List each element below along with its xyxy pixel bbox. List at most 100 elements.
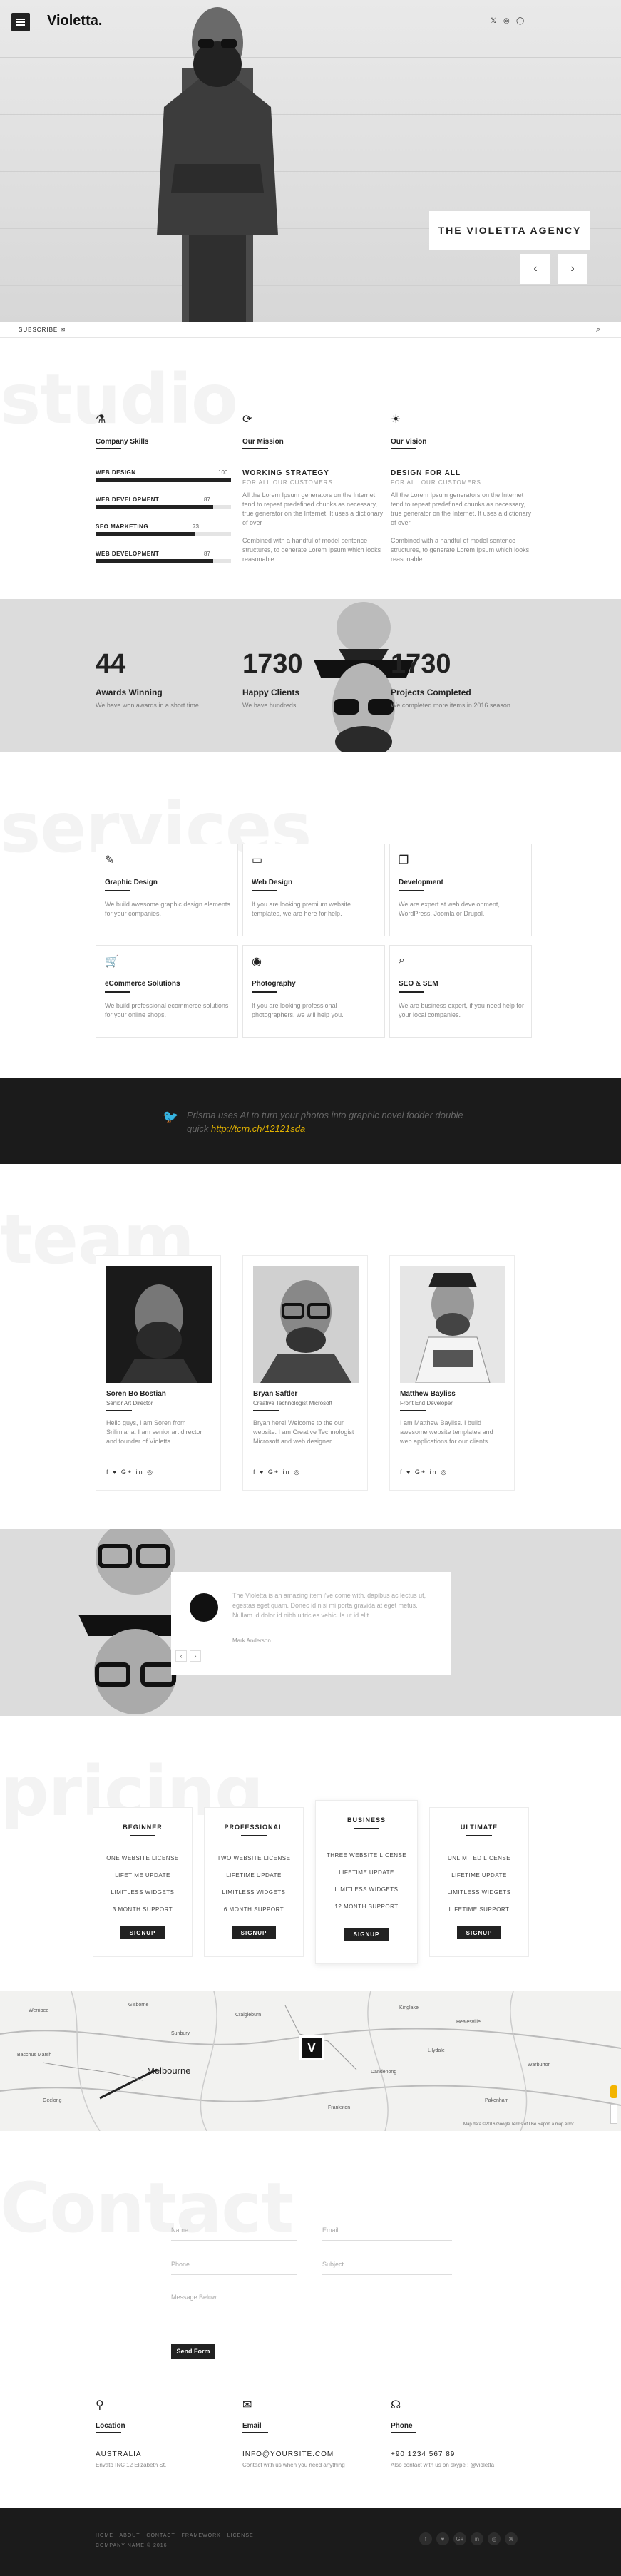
plan-title: BEGINNER [123, 1824, 163, 1831]
member-name: Matthew Bayliss [400, 1390, 456, 1398]
plan-feature: 12 MONTH SUPPORT [334, 1903, 399, 1910]
send-form-button[interactable]: Send Form [171, 2344, 215, 2359]
site-logo[interactable]: Violetta. [47, 13, 102, 29]
phone-field[interactable]: Phone [171, 2256, 297, 2275]
plan-feature: 6 MONTH SUPPORT [223, 1906, 284, 1913]
slider-next-button[interactable]: › [558, 254, 587, 284]
agency-title: THE VIOLETTA AGENCY [429, 211, 590, 250]
google-plus-icon[interactable]: G+ [453, 2532, 466, 2545]
signup-button[interactable]: SIGNUP [457, 1926, 501, 1939]
contact-value[interactable]: INFO@YOURSITE.COM [242, 2450, 334, 2458]
vision-subtitle: DESIGN FOR ALL [391, 469, 461, 477]
footer-link-about[interactable]: ABOUT [119, 2533, 140, 2538]
search-icon: ⌕ [399, 954, 405, 966]
map-city-label: Melbourne [147, 2065, 191, 2076]
plan-feature: LIFETIME SUPPORT [448, 1906, 510, 1913]
subject-placeholder: Subject [322, 2261, 344, 2268]
testimonial-text: The Violetta is an amazing item i've com… [232, 1592, 426, 1619]
mission-title: Our Mission [242, 438, 284, 446]
skill-bar-fill [96, 505, 214, 509]
map-place-label: Pakenham [485, 2098, 509, 2103]
twitter-icon[interactable]: 𝕏 [491, 17, 496, 25]
phone-placeholder: Phone [171, 2261, 190, 2268]
service-card[interactable]: ◉ Photography If you are looking professio… [242, 945, 385, 1038]
stat-label: Awards Winning [96, 688, 163, 697]
message-field[interactable]: Message Below [171, 2289, 452, 2329]
signup-button[interactable]: SIGNUP [232, 1926, 276, 1939]
skill-label: WEB DEVELOPMENT [96, 496, 160, 503]
linkedin-icon[interactable]: in [471, 2532, 483, 2545]
github-icon[interactable]: ◯ [516, 17, 524, 25]
zoom-controls[interactable] [610, 2104, 617, 2124]
skill-value: 87 [204, 496, 210, 503]
plan-feature: TWO WEBSITE LICENSE [217, 1855, 291, 1861]
skill-bar-fill [96, 532, 195, 536]
plan-feature: LIMITLESS WIDGETS [111, 1889, 175, 1896]
map-place-label: Frankston [328, 2105, 351, 2110]
tweet-link[interactable]: http://tcrn.ch/12121sda [211, 1123, 305, 1134]
footer-link-contact[interactable]: CONTACT [146, 2533, 175, 2538]
plan-feature: LIFETIME UPDATE [226, 1872, 282, 1879]
pricing-section: pricing BEGINNER ONE WEBSITE LICENSE LIFE… [0, 1716, 621, 1991]
member-social-icons[interactable]: f ♥ G+ in ◎ [253, 1468, 301, 1476]
member-social-icons[interactable]: f ♥ G+ in ◎ [106, 1468, 154, 1476]
testimonial-author: Mark Anderson [232, 1637, 271, 1644]
refresh-icon: ⟳ [242, 414, 252, 426]
map-place-label: Gisborne [128, 2003, 149, 2008]
contact-sub: Envato INC 12 Elizabeth St. [96, 2462, 167, 2468]
pegman-icon[interactable] [610, 2085, 617, 2098]
footer-link-license[interactable]: LICENSE [227, 2533, 254, 2538]
map-section[interactable]: Melbourne Werribee Gisborne Bacchus Mars… [0, 1991, 621, 2131]
copy-icon: ❐ [399, 854, 409, 867]
dribbble-icon[interactable]: ⌘ [505, 2532, 518, 2545]
service-text: We build professional ecommerce solution… [105, 1002, 229, 1018]
menu-button[interactable] [11, 13, 30, 31]
search-icon[interactable]: ⌕ [596, 325, 600, 334]
contact-section: Contact Name Email Phone Subject Message… [0, 2131, 621, 2508]
mission-text: All the Lorem Ipsum generators on the In… [242, 491, 384, 526]
tweet-section: 🐦 Prisma uses AI to turn your photos int… [0, 1078, 621, 1164]
stat-number: 1730 [242, 649, 303, 679]
footer-link-framework[interactable]: FRAMEWORK [182, 2533, 221, 2538]
mission-subtitle2: FOR ALL OUR CUSTOMERS [242, 479, 333, 486]
subject-field[interactable]: Subject [322, 2256, 452, 2275]
service-card[interactable]: ❐ Development We are expert at web develop… [389, 844, 532, 936]
skill-value: 100 [218, 469, 228, 476]
signup-button[interactable]: SIGNUP [120, 1926, 165, 1939]
member-bio: Hello guys, I am Soren from Srilimiana. … [106, 1419, 202, 1445]
subscribe-link[interactable]: SUBSCRIBE ✉ [19, 327, 66, 333]
map-marker[interactable]: V [299, 2035, 324, 2060]
service-title: Web Design [252, 879, 293, 886]
service-card[interactable]: ⌕ SEO & SEM We are business expert, if you… [389, 945, 532, 1038]
service-title: Development [399, 879, 443, 886]
twitter-icon[interactable]: ♥ [436, 2532, 449, 2545]
plan-feature: THREE WEBSITE LICENSE [326, 1852, 407, 1859]
stat-text: We have hundreds [242, 702, 297, 709]
instagram-icon[interactable]: ◎ [503, 17, 510, 25]
signup-button[interactable]: SIGNUP [344, 1928, 389, 1941]
member-social-icons[interactable]: f ♥ G+ in ◎ [400, 1468, 448, 1476]
team-card[interactable]: Matthew Bayliss Front End Developer I am … [389, 1255, 515, 1491]
skill-bar-fill [96, 559, 214, 563]
member-name: Bryan Saftler [253, 1390, 298, 1398]
plan-feature: ONE WEBSITE LICENSE [106, 1855, 179, 1861]
slider-prev-button[interactable]: ‹ [520, 254, 550, 284]
studio-watermark: studio [0, 359, 238, 439]
footer-link-home[interactable]: HOME [96, 2533, 113, 2538]
footer: HOME ABOUT CONTACT FRAMEWORK LICENSE COM… [0, 2508, 621, 2576]
facebook-icon[interactable]: f [419, 2532, 432, 2545]
email-field[interactable]: Email [322, 2222, 452, 2241]
team-card[interactable]: Bryan Saftler Creative Technologist Micro… [242, 1255, 368, 1491]
testimonial-prev-button[interactable]: ‹ [175, 1650, 187, 1662]
instagram-icon[interactable]: ◎ [488, 2532, 501, 2545]
service-card[interactable]: ▭ Web Design If you are looking premium we… [242, 844, 385, 936]
name-field[interactable]: Name [171, 2222, 297, 2241]
service-card[interactable]: 🛒 eCommerce Solutions We build professiona… [96, 945, 238, 1038]
service-card[interactable]: ✎ Graphic Design We build awesome graphic … [96, 844, 238, 936]
camera-icon: ◉ [252, 956, 262, 968]
testimonial-card: The Violetta is an amazing item i've com… [171, 1572, 451, 1675]
team-card[interactable]: Soren Bo Bostian Senior Art Director Hell… [96, 1255, 221, 1491]
testimonial-next-button[interactable]: › [190, 1650, 201, 1662]
map-place-label: Bacchus Marsh [17, 2053, 52, 2058]
map-credits: Map data ©2016 Google Terms of Use Repor… [463, 2122, 574, 2127]
